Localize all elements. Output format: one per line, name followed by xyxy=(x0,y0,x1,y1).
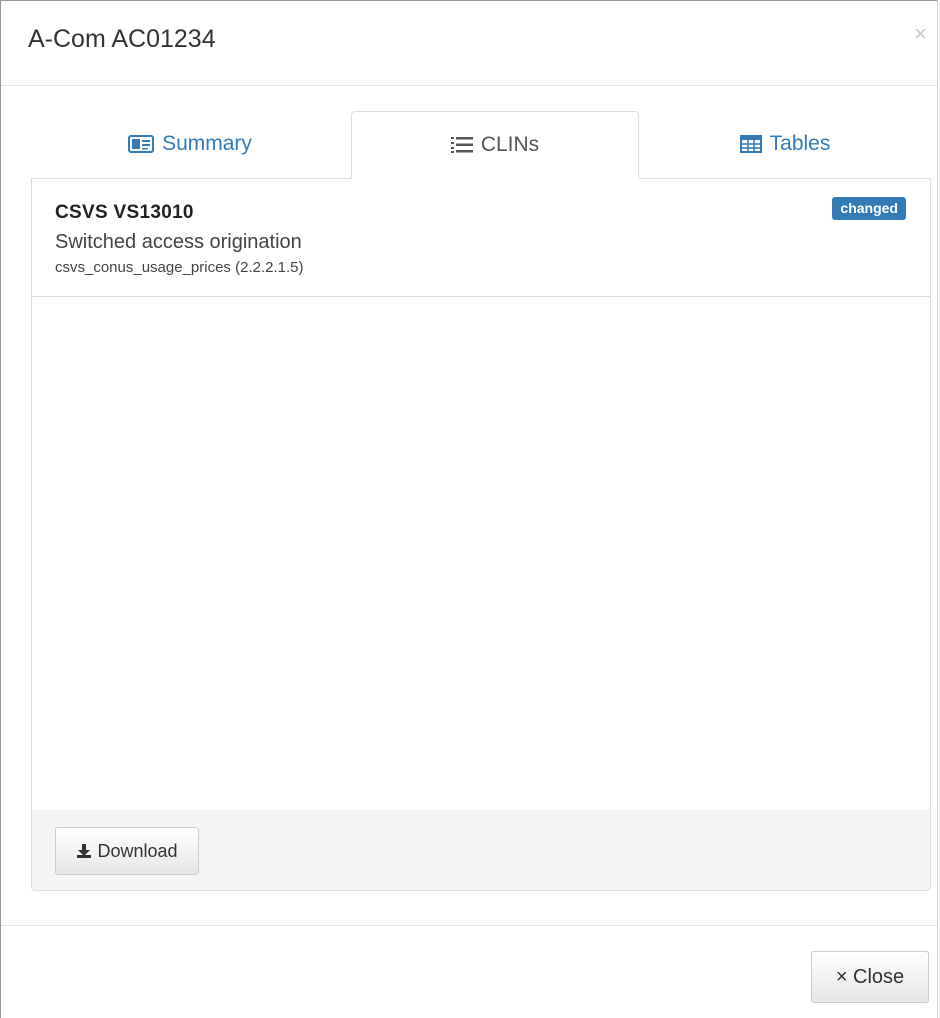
clin-description: Switched access origination xyxy=(55,231,302,253)
close-icon[interactable]: × xyxy=(914,23,927,45)
clin-code: CSVS VS13010 xyxy=(55,202,194,223)
modal-title: A-Com AC01234 xyxy=(28,25,216,53)
download-button[interactable]: Download xyxy=(55,827,199,875)
id-card-icon xyxy=(128,135,155,153)
clin-panel: CSVS VS13010 Switched access origination… xyxy=(31,178,931,891)
status-badge: changed xyxy=(832,197,906,220)
list-icon xyxy=(450,136,473,154)
clin-table-ref: csvs_conus_usage_prices (2.2.2.1.5) xyxy=(55,259,304,276)
tab-clins[interactable]: CLINs xyxy=(351,111,639,179)
clin-item[interactable]: CSVS VS13010 Switched access origination… xyxy=(32,179,930,297)
tab-tables-label: Tables xyxy=(769,132,831,155)
modal-footer: × Close xyxy=(1,925,937,1018)
tab-summary-label: Summary xyxy=(162,132,252,155)
modal-header: A-Com AC01234 × xyxy=(1,1,937,86)
panel-footer: Download xyxy=(32,810,930,890)
download-icon xyxy=(76,843,92,859)
download-label: Download xyxy=(97,840,178,861)
tab-summary[interactable]: Summary xyxy=(31,111,349,177)
close-button[interactable]: × Close xyxy=(811,951,929,1003)
modal-dialog: A-Com AC01234 × Summary CLINs Tables CSV… xyxy=(0,0,938,1018)
tab-bar: Summary CLINs Tables xyxy=(31,111,931,179)
tab-tables[interactable]: Tables xyxy=(639,111,931,177)
table-icon xyxy=(739,135,762,153)
tab-clins-label: CLINs xyxy=(480,133,540,156)
